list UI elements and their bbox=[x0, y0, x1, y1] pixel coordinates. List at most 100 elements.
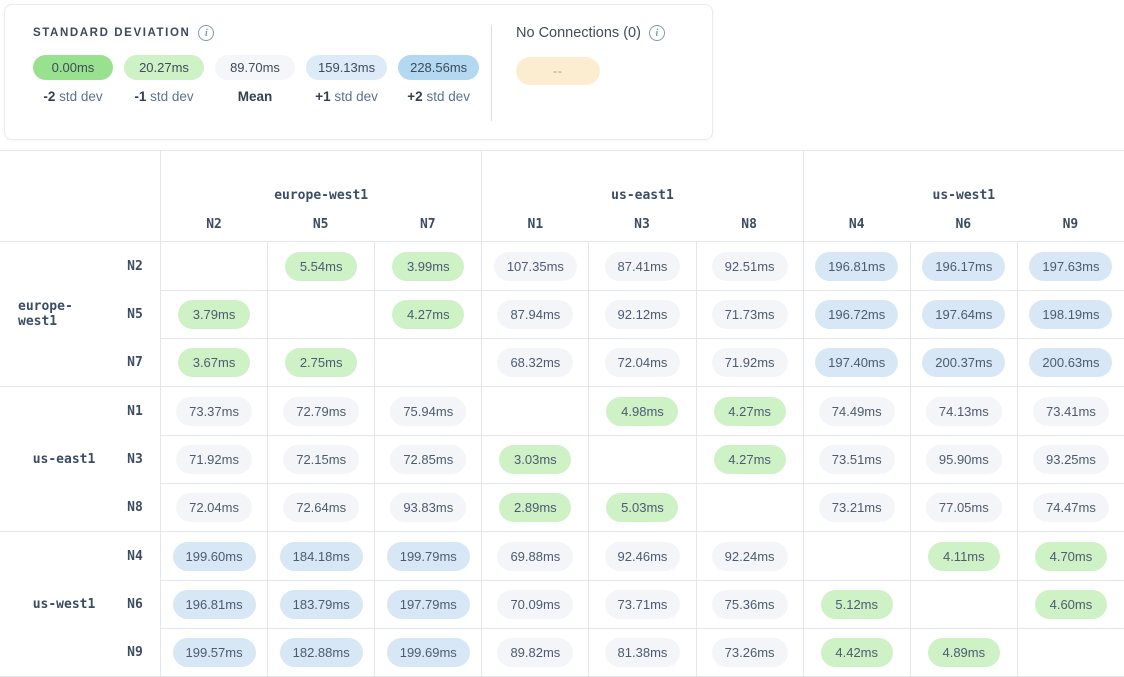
latency-pill[interactable]: 4.70ms bbox=[1035, 542, 1107, 571]
latency-pill[interactable]: 4.42ms bbox=[821, 638, 893, 667]
latency-pill[interactable]: 4.89ms bbox=[928, 638, 1000, 667]
latency-cell: 72.85ms bbox=[374, 435, 481, 483]
latency-pill[interactable]: 68.32ms bbox=[497, 348, 573, 377]
latency-pill[interactable]: 182.88ms bbox=[280, 638, 363, 667]
latency-pill[interactable]: 92.12ms bbox=[605, 300, 681, 329]
latency-pill[interactable]: 196.72ms bbox=[815, 300, 898, 329]
latency-pill[interactable]: 73.51ms bbox=[819, 445, 895, 474]
latency-pill[interactable]: 197.40ms bbox=[815, 348, 898, 377]
latency-cell: 183.79ms bbox=[267, 580, 374, 628]
latency-pill[interactable]: 71.92ms bbox=[176, 445, 252, 474]
node-column-header: N7 bbox=[374, 207, 481, 241]
latency-pill[interactable]: 92.51ms bbox=[712, 252, 788, 281]
latency-pill[interactable]: 199.79ms bbox=[387, 542, 470, 571]
latency-cell: 5.12ms bbox=[803, 580, 910, 628]
latency-pill[interactable]: 74.49ms bbox=[819, 397, 895, 426]
latency-pill[interactable]: 71.92ms bbox=[712, 348, 788, 377]
latency-pill[interactable]: 196.81ms bbox=[173, 590, 256, 619]
latency-pill[interactable]: 87.94ms bbox=[497, 300, 573, 329]
latency-pill[interactable]: 73.26ms bbox=[712, 638, 788, 667]
latency-pill[interactable]: 92.24ms bbox=[712, 542, 788, 571]
latency-pill[interactable]: 4.27ms bbox=[714, 397, 786, 426]
latency-pill[interactable]: 3.99ms bbox=[392, 252, 464, 281]
legend-pill: 159.13ms bbox=[306, 55, 387, 80]
latency-pill[interactable]: 184.18ms bbox=[280, 542, 363, 571]
latency-cell: 5.54ms bbox=[267, 242, 374, 290]
latency-pill[interactable]: 3.67ms bbox=[178, 348, 250, 377]
latency-pill[interactable]: 5.54ms bbox=[285, 252, 357, 281]
latency-pill[interactable]: 95.90ms bbox=[926, 445, 1002, 474]
latency-pill[interactable]: 73.41ms bbox=[1033, 397, 1109, 426]
node-column-header: N9 bbox=[1017, 207, 1124, 241]
latency-pill[interactable]: 72.15ms bbox=[283, 445, 359, 474]
node-column-header: N2 bbox=[160, 207, 267, 241]
latency-pill[interactable]: 72.64ms bbox=[283, 493, 359, 522]
latency-pill[interactable]: 5.12ms bbox=[821, 590, 893, 619]
latency-pill[interactable]: 107.35ms bbox=[494, 252, 577, 281]
row-region-label: us-west1 bbox=[0, 532, 110, 676]
latency-pill[interactable]: 200.63ms bbox=[1029, 348, 1112, 377]
latency-pill[interactable]: 200.37ms bbox=[922, 348, 1005, 377]
latency-cell: 69.88ms bbox=[481, 532, 588, 580]
std-dev-info-icon[interactable]: i bbox=[198, 25, 214, 41]
latency-pill[interactable]: 93.83ms bbox=[390, 493, 466, 522]
latency-cell: 73.37ms bbox=[160, 387, 267, 435]
latency-pill[interactable]: 197.63ms bbox=[1029, 252, 1112, 281]
latency-pill[interactable]: 75.36ms bbox=[712, 590, 788, 619]
latency-cell: 87.94ms bbox=[481, 290, 588, 338]
latency-pill[interactable]: 4.11ms bbox=[928, 542, 1000, 571]
latency-pill[interactable]: 74.47ms bbox=[1033, 493, 1109, 522]
latency-pill[interactable]: 81.38ms bbox=[605, 638, 681, 667]
latency-cell: 4.27ms bbox=[696, 387, 803, 435]
latency-cell: 2.75ms bbox=[267, 338, 374, 386]
latency-pill[interactable]: 77.05ms bbox=[926, 493, 1002, 522]
latency-pill[interactable]: 197.64ms bbox=[922, 300, 1005, 329]
latency-pill[interactable]: 72.04ms bbox=[176, 493, 252, 522]
latency-pill[interactable]: 196.81ms bbox=[815, 252, 898, 281]
latency-pill[interactable]: 2.75ms bbox=[285, 348, 357, 377]
latency-pill[interactable]: 198.19ms bbox=[1029, 300, 1112, 329]
latency-pill[interactable]: 3.79ms bbox=[178, 300, 250, 329]
latency-pill[interactable]: 72.79ms bbox=[283, 397, 359, 426]
latency-cell: 197.40ms bbox=[803, 338, 910, 386]
latency-pill[interactable]: 196.17ms bbox=[922, 252, 1005, 281]
latency-cell: 4.27ms bbox=[374, 290, 481, 338]
latency-pill[interactable]: 2.89ms bbox=[499, 493, 571, 522]
latency-cell: 71.92ms bbox=[160, 435, 267, 483]
latency-pill[interactable]: 70.09ms bbox=[497, 590, 573, 619]
latency-cell: 4.60ms bbox=[1017, 580, 1124, 628]
latency-pill[interactable]: 4.27ms bbox=[714, 445, 786, 474]
latency-cell bbox=[481, 387, 588, 435]
latency-cell: 196.72ms bbox=[803, 290, 910, 338]
latency-pill[interactable]: 199.69ms bbox=[387, 638, 470, 667]
latency-pill[interactable]: 4.60ms bbox=[1035, 590, 1107, 619]
latency-pill[interactable]: 5.03ms bbox=[606, 493, 678, 522]
latency-pill[interactable]: 3.03ms bbox=[499, 445, 571, 474]
latency-cell: 71.92ms bbox=[696, 338, 803, 386]
latency-pill[interactable]: 73.37ms bbox=[176, 397, 252, 426]
latency-pill[interactable]: 89.82ms bbox=[497, 638, 573, 667]
latency-cell bbox=[160, 242, 267, 290]
latency-pill[interactable]: 72.85ms bbox=[390, 445, 466, 474]
latency-pill[interactable]: 199.57ms bbox=[173, 638, 256, 667]
latency-pill[interactable]: 73.71ms bbox=[605, 590, 681, 619]
latency-pill[interactable]: 92.46ms bbox=[605, 542, 681, 571]
latency-pill[interactable]: 71.73ms bbox=[712, 300, 788, 329]
latency-pill[interactable]: 69.88ms bbox=[497, 542, 573, 571]
latency-pill[interactable]: 87.41ms bbox=[605, 252, 681, 281]
latency-pill[interactable]: 4.27ms bbox=[392, 300, 464, 329]
latency-pill[interactable]: 93.25ms bbox=[1033, 445, 1109, 474]
latency-cell: 72.04ms bbox=[160, 483, 267, 531]
latency-cell: 72.15ms bbox=[267, 435, 374, 483]
latency-pill[interactable]: 73.21ms bbox=[819, 493, 895, 522]
latency-pill[interactable]: 199.60ms bbox=[173, 542, 256, 571]
latency-pill[interactable]: 74.13ms bbox=[926, 397, 1002, 426]
no-connections-info-icon[interactable]: i bbox=[649, 25, 665, 41]
latency-cell: 4.98ms bbox=[588, 387, 695, 435]
column-region-label: us-east1 bbox=[611, 188, 674, 203]
latency-pill[interactable]: 4.98ms bbox=[606, 397, 678, 426]
latency-pill[interactable]: 72.04ms bbox=[605, 348, 681, 377]
latency-pill[interactable]: 75.94ms bbox=[390, 397, 466, 426]
latency-pill[interactable]: 183.79ms bbox=[280, 590, 363, 619]
latency-pill[interactable]: 197.79ms bbox=[387, 590, 470, 619]
